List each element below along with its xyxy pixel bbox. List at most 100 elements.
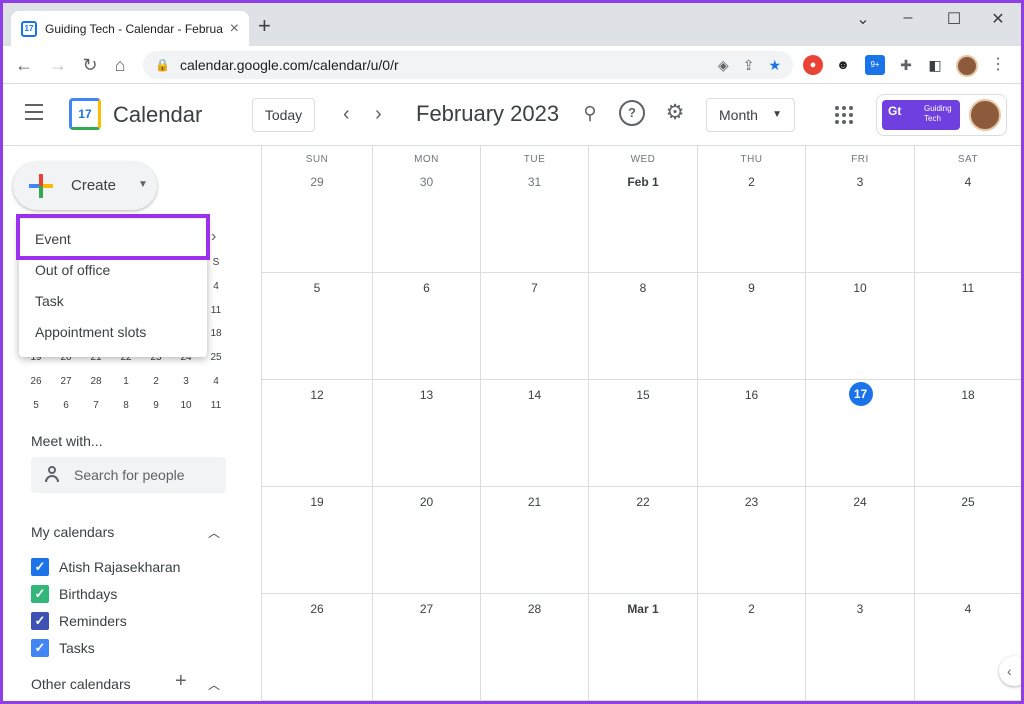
day-cell[interactable]: 17 xyxy=(805,380,914,487)
bookmark-star-icon[interactable]: ★ xyxy=(768,57,781,74)
checkbox-checked-icon[interactable]: ✓ xyxy=(31,585,49,603)
chevron-left-icon[interactable]: ‹ xyxy=(999,656,1021,686)
day-cell[interactable]: MON 30 xyxy=(372,146,480,273)
day-cell[interactable]: 22 xyxy=(588,487,697,594)
address-bar[interactable]: 🔒 calendar.google.com/calendar/u/0/r ◈ ⇪… xyxy=(143,51,793,79)
mini-day[interactable]: 26 xyxy=(21,376,51,387)
day-number[interactable]: Mar 1 xyxy=(589,602,697,616)
new-tab-icon[interactable]: + xyxy=(258,15,271,37)
day-cell[interactable]: 10 xyxy=(805,273,914,380)
chevron-up-icon[interactable]: ︿ xyxy=(208,524,220,541)
day-cell[interactable]: WED Feb 1 xyxy=(588,146,697,273)
mini-day[interactable]: 27 xyxy=(51,376,81,387)
forward-icon[interactable]: → xyxy=(45,52,71,78)
mini-day[interactable]: 1 xyxy=(111,376,141,387)
day-number[interactable]: 2 xyxy=(698,175,805,189)
day-number[interactable]: 22 xyxy=(589,495,697,509)
day-cell[interactable]: 8 xyxy=(588,273,697,380)
settings-gear-icon[interactable]: ⚙ xyxy=(662,100,688,126)
day-number[interactable]: 6 xyxy=(373,281,480,295)
day-cell[interactable]: TUE 31 xyxy=(480,146,588,273)
day-number[interactable]: 10 xyxy=(806,281,914,295)
day-cell[interactable]: SUN 29 xyxy=(261,146,372,273)
mini-day[interactable]: 6 xyxy=(51,400,81,411)
add-other-calendar-icon[interactable]: + xyxy=(175,670,187,693)
chevron-right-icon[interactable]: › xyxy=(375,102,382,126)
back-icon[interactable]: ← xyxy=(11,52,37,78)
day-cell[interactable]: 19 xyxy=(261,487,372,594)
day-number[interactable]: 31 xyxy=(481,175,588,189)
share-icon[interactable]: ⇪ xyxy=(743,57,755,74)
notification-extension-icon[interactable]: 9+ xyxy=(865,55,885,75)
help-icon[interactable]: ? xyxy=(619,100,645,126)
day-cell[interactable]: FRI 3 xyxy=(805,146,914,273)
day-number[interactable]: 18 xyxy=(915,388,1021,402)
close-tab-icon[interactable]: × xyxy=(230,20,239,38)
day-cell[interactable]: 25 xyxy=(914,487,1021,594)
day-cell[interactable]: 9 xyxy=(697,273,805,380)
day-cell[interactable]: 15 xyxy=(588,380,697,487)
search-people-input[interactable]: Search for people xyxy=(31,457,226,493)
day-number[interactable]: 29 xyxy=(262,175,372,189)
day-cell[interactable]: 26 xyxy=(261,594,372,701)
mini-day[interactable]: 8 xyxy=(111,400,141,411)
today-day-number[interactable]: 17 xyxy=(848,382,873,406)
day-number[interactable]: 25 xyxy=(915,495,1021,509)
day-number[interactable]: Feb 1 xyxy=(589,175,697,189)
puzzle-extensions-icon[interactable]: ✚ xyxy=(896,55,916,75)
day-cell[interactable]: SAT 4 xyxy=(914,146,1021,273)
day-cell[interactable]: THU 2 xyxy=(697,146,805,273)
calendar-item[interactable]: ✓ Atish Rajasekharan xyxy=(31,557,180,577)
day-number[interactable]: 24 xyxy=(806,495,914,509)
day-number[interactable]: 27 xyxy=(373,602,480,616)
day-number[interactable]: 23 xyxy=(698,495,805,509)
chevron-up-icon[interactable]: ︿ xyxy=(208,676,220,693)
day-number[interactable]: 12 xyxy=(262,388,372,402)
day-cell[interactable]: 7 xyxy=(480,273,588,380)
day-number[interactable]: 30 xyxy=(373,175,480,189)
minimize-icon[interactable]: – xyxy=(893,9,923,27)
maximize-icon[interactable]: ☐ xyxy=(939,9,969,29)
day-cell[interactable]: 20 xyxy=(372,487,480,594)
calendar-item[interactable]: ✓ Reminders xyxy=(31,611,127,631)
checkbox-checked-icon[interactable]: ✓ xyxy=(31,639,49,657)
mini-day[interactable]: 11 xyxy=(201,400,231,411)
adblock-extension-icon[interactable]: ● xyxy=(803,55,823,75)
home-icon[interactable]: ⌂ xyxy=(107,52,133,78)
day-number[interactable]: 26 xyxy=(262,602,372,616)
browser-tab[interactable]: 17 Guiding Tech - Calendar - Februa × xyxy=(11,11,249,46)
day-cell[interactable]: 4 xyxy=(914,594,1021,701)
side-panel-icon[interactable]: ◧ xyxy=(925,55,945,75)
reload-icon[interactable]: ↻ xyxy=(77,52,103,78)
view-selector[interactable]: Month ▼ xyxy=(706,98,795,132)
checkbox-checked-icon[interactable]: ✓ xyxy=(31,558,49,576)
day-number[interactable]: 3 xyxy=(806,602,914,616)
day-cell[interactable]: 5 xyxy=(261,273,372,380)
today-button[interactable]: Today xyxy=(252,98,315,132)
mini-day[interactable]: 10 xyxy=(171,400,201,411)
calendar-item[interactable]: ✓ Birthdays xyxy=(31,584,117,604)
my-calendars-title[interactable]: My calendars xyxy=(31,524,114,540)
day-number[interactable]: 5 xyxy=(262,281,372,295)
mini-day[interactable]: 28 xyxy=(81,376,111,387)
day-cell[interactable]: 12 xyxy=(261,380,372,487)
day-number[interactable]: 4 xyxy=(915,602,1021,616)
profile-avatar[interactable] xyxy=(956,55,978,77)
day-number[interactable]: 28 xyxy=(481,602,588,616)
day-cell[interactable]: Mar 1 xyxy=(588,594,697,701)
day-number[interactable]: 9 xyxy=(698,281,805,295)
search-icon[interactable]: ⚲ xyxy=(577,100,603,126)
day-number[interactable]: 20 xyxy=(373,495,480,509)
mini-day[interactable]: 7 xyxy=(81,400,111,411)
google-apps-icon[interactable] xyxy=(835,106,853,124)
day-cell[interactable]: 27 xyxy=(372,594,480,701)
day-cell[interactable]: 3 xyxy=(805,594,914,701)
checkbox-checked-icon[interactable]: ✓ xyxy=(31,612,49,630)
close-window-icon[interactable]: ✕ xyxy=(983,9,1013,29)
day-cell[interactable]: 18 xyxy=(914,380,1021,487)
day-number[interactable]: 21 xyxy=(481,495,588,509)
day-cell[interactable]: 28 xyxy=(480,594,588,701)
menu-item-task[interactable]: Task xyxy=(19,286,207,317)
calendar-item[interactable]: ✓ Tasks xyxy=(31,638,95,658)
day-cell[interactable]: 14 xyxy=(480,380,588,487)
